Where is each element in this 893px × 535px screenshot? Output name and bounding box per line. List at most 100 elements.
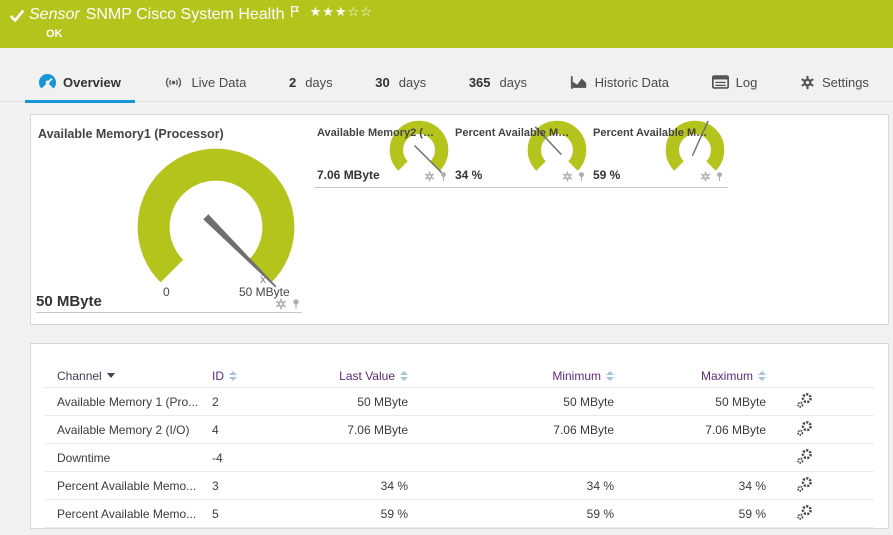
cell-channel: Percent Available Memo... <box>57 507 212 521</box>
cell-maximum: 59 % <box>614 507 766 521</box>
cell-channel: Available Memory 1 (Pro... <box>57 395 212 409</box>
column-label: Channel <box>57 369 102 383</box>
historic-data-icon <box>570 75 588 90</box>
gauge-pin-icon[interactable] <box>290 298 302 310</box>
tab-historic-data[interactable]: Historic Data <box>556 64 683 103</box>
table-header-row: Channel ID Last Value Minimum Maximum <box>45 364 874 388</box>
cell-maximum: 50 MByte <box>614 395 766 409</box>
overview-gauge-icon <box>39 74 56 91</box>
gauge-value: 7.06 MByte <box>317 168 380 182</box>
tab-overview[interactable]: Overview <box>25 64 135 103</box>
table-body: Available Memory 1 (Pro...2 50 MByte50 MB… <box>45 388 874 528</box>
tab-2-days[interactable]: 2days <box>275 64 347 103</box>
tab-label: Log <box>736 75 758 90</box>
cell-minimum: 59 % <box>408 507 614 521</box>
ok-check-icon <box>8 6 26 24</box>
cell-id: 3 <box>212 479 302 493</box>
table-row: Available Memory 1 (Pro...2 50 MByte50 MB… <box>45 388 874 416</box>
channels-table: Channel ID Last Value Minimum Maximum Availa… <box>31 344 888 528</box>
cell-id: 2 <box>212 395 302 409</box>
sort-both-icon <box>758 371 766 381</box>
status-badge: OK <box>46 28 63 40</box>
column-header-minimum[interactable]: Minimum <box>408 369 614 383</box>
cell-channel: Percent Available Memo... <box>57 479 212 493</box>
small-gauges-row: Available Memory2 (I/O) 7.06 MByte Percent… <box>314 120 728 188</box>
cell-minimum: 34 % <box>408 479 614 493</box>
sensor-type-label: Sensor <box>29 6 80 24</box>
priority-stars[interactable]: ★★★☆☆ <box>310 4 373 20</box>
column-header-maximum[interactable]: Maximum <box>614 369 766 383</box>
column-label: Last Value <box>339 369 395 383</box>
channel-settings-icon[interactable] <box>796 476 813 493</box>
gauge-dial <box>136 147 296 307</box>
gauge-title: Percent Available Mem... <box>455 127 573 139</box>
column-label: Minimum <box>552 369 601 383</box>
tab-bar: OverviewLive Data2days30days365daysHisto… <box>0 64 893 102</box>
gauge-widget-small-2: Percent Available Mem... 34 % <box>452 120 590 188</box>
average-marker: x̄ <box>260 272 266 286</box>
sensor-header: Sensor SNMP Cisco System Health ★★★☆☆ OK <box>0 0 893 48</box>
page-title: SNMP Cisco System Health <box>86 6 285 24</box>
cell-last-value: 7.06 MByte <box>302 423 408 437</box>
cell-actions <box>766 476 874 496</box>
cell-maximum: 34 % <box>614 479 766 493</box>
cell-id: 4 <box>212 423 302 437</box>
cell-minimum: 7.06 MByte <box>408 423 614 437</box>
table-row: Percent Available Memo...334 %34 %34 % <box>45 472 874 500</box>
gauge-pin-icon[interactable] <box>438 171 449 182</box>
tab-30-days[interactable]: 30days <box>361 64 440 103</box>
log-icon <box>712 75 729 89</box>
gauge-pin-icon[interactable] <box>714 171 725 182</box>
tab-settings[interactable]: Settings <box>786 64 883 103</box>
cell-last-value: 59 % <box>302 507 408 521</box>
gauge-gear-icon[interactable] <box>700 171 711 182</box>
tab-number: 2 <box>289 75 296 90</box>
cell-actions <box>766 448 874 468</box>
cell-id: -4 <box>212 451 302 465</box>
cell-actions <box>766 392 874 412</box>
gauge-title: Percent Available Mem... <box>593 127 711 139</box>
gauge-widget-small-3: Percent Available Mem... 59 % <box>590 120 728 188</box>
channel-settings-icon[interactable] <box>796 504 813 521</box>
tab-live-data[interactable]: Live Data <box>149 64 260 103</box>
gauge-title: Available Memory2 (I/O) <box>317 127 435 139</box>
table-row: Downtime-4 <box>45 444 874 472</box>
gauge-gear-icon[interactable] <box>562 171 573 182</box>
gauge-value: 59 % <box>593 168 620 182</box>
gauges-panel: Available Memory1 (Processor) x̄ 0 50 MB… <box>30 114 889 325</box>
gauge-widget-primary: Available Memory1 (Processor) x̄ 0 50 MB… <box>36 115 302 319</box>
tab-label: Overview <box>63 75 121 90</box>
tab-log[interactable]: Log <box>698 64 772 103</box>
tab-label: Live Data <box>191 75 246 90</box>
cell-id: 5 <box>212 507 302 521</box>
gauge-value: 34 % <box>455 168 482 182</box>
table-row: Available Memory 2 (I/O)47.06 MByte7.06 … <box>45 416 874 444</box>
gauge-gear-icon[interactable] <box>424 171 435 182</box>
tab-number: 30 <box>375 75 389 90</box>
gauge-gear-icon[interactable] <box>275 298 287 310</box>
sort-both-icon <box>400 371 408 381</box>
cell-last-value: 34 % <box>302 479 408 493</box>
gauge-title: Available Memory1 (Processor) <box>38 127 224 141</box>
flag-icon[interactable] <box>290 5 300 18</box>
gauge-pin-icon[interactable] <box>576 171 587 182</box>
channel-settings-icon[interactable] <box>796 392 813 409</box>
channel-settings-icon[interactable] <box>796 448 813 465</box>
channel-settings-icon[interactable] <box>796 420 813 437</box>
column-header-channel[interactable]: Channel <box>57 369 212 383</box>
sort-both-icon <box>606 371 614 381</box>
cell-minimum: 50 MByte <box>408 395 614 409</box>
column-header-id[interactable]: ID <box>212 369 302 383</box>
tab-label: days <box>500 75 527 90</box>
settings-gear-icon <box>800 75 815 90</box>
gauge-value: 50 MByte <box>36 293 102 312</box>
tab-365-days[interactable]: 365days <box>455 64 541 103</box>
table-row: Percent Available Memo...559 %59 %59 % <box>45 500 874 528</box>
cell-actions <box>766 504 874 524</box>
cell-channel: Available Memory 2 (I/O) <box>57 423 212 437</box>
column-header-last-value[interactable]: Last Value <box>302 369 408 383</box>
live-data-icon <box>163 75 184 90</box>
cell-channel: Downtime <box>57 451 212 465</box>
tab-label: Historic Data <box>595 75 669 90</box>
cell-actions <box>766 420 874 440</box>
